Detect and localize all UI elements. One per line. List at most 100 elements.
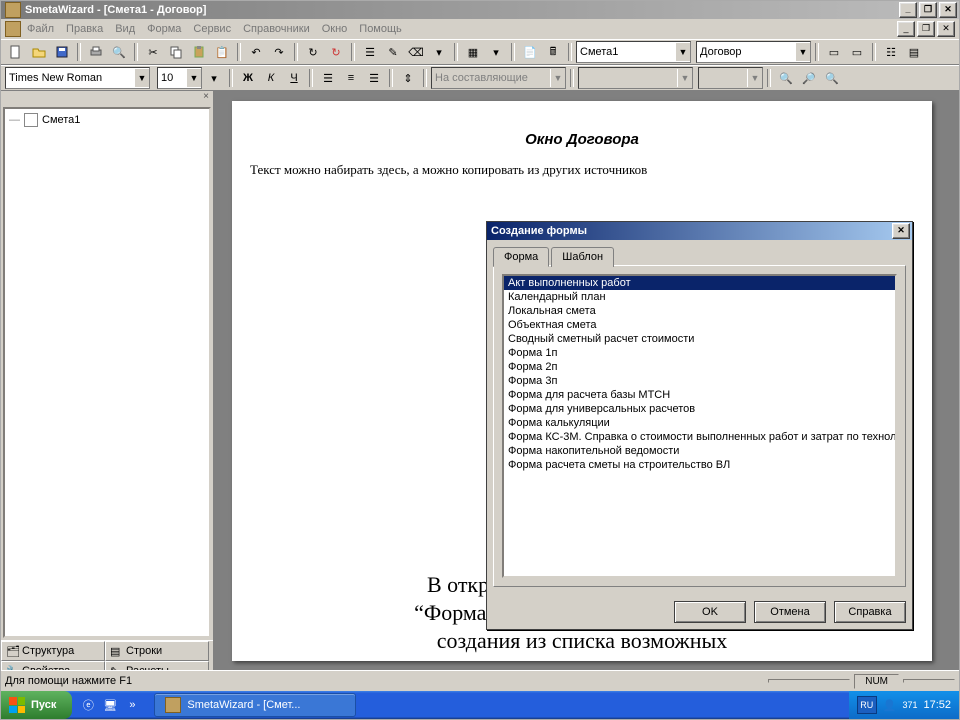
align-left-icon[interactable]: ☰ xyxy=(317,67,339,89)
list-item[interactable]: Форма для универсальных расчетов xyxy=(504,402,895,416)
lines-icon: ▤ xyxy=(110,645,122,657)
italic-button[interactable]: К xyxy=(260,67,282,89)
list-icon[interactable]: ☰ xyxy=(359,41,381,63)
help-button[interactable]: Справка xyxy=(834,601,906,623)
cancel-button[interactable]: Отмена xyxy=(754,601,826,623)
fontsize-selector[interactable]: 10 ▼ xyxy=(157,67,202,89)
list-item[interactable]: Объектная смета xyxy=(504,318,895,332)
props-icon[interactable]: ▤ xyxy=(903,41,925,63)
sidetab-structure[interactable]: 🗂Структура xyxy=(1,641,105,661)
dialog-tabs: Форма Шаблон xyxy=(493,246,906,266)
sidetab-lines[interactable]: ▤Строки xyxy=(105,641,209,661)
lang-indicator[interactable]: RU xyxy=(857,696,877,714)
tray-count: 371 xyxy=(902,700,917,710)
group-selector-2: ▼ xyxy=(698,67,763,89)
align-center-icon[interactable]: ≡ xyxy=(340,67,362,89)
chevron-down-icon[interactable]: ▾ xyxy=(428,41,450,63)
page1-icon[interactable]: ▭ xyxy=(823,41,845,63)
components-label: На составляющие xyxy=(435,72,528,84)
bold-button[interactable]: Ж xyxy=(237,67,259,89)
desktop-icon[interactable]: 🖥 xyxy=(100,695,120,715)
preview-icon[interactable]: 🔍 xyxy=(108,41,130,63)
open-icon[interactable] xyxy=(28,41,50,63)
list-item[interactable]: Календарный план xyxy=(504,290,895,304)
redo-icon[interactable]: ↷ xyxy=(268,41,290,63)
project-tree[interactable]: ― Смета1 xyxy=(3,107,211,638)
print-icon[interactable] xyxy=(85,41,107,63)
dialog-close-button[interactable]: ✕ xyxy=(892,223,910,239)
windows-logo-icon xyxy=(9,697,25,713)
calc-icon[interactable]: 🖩 xyxy=(542,41,564,63)
menu-help[interactable]: Помощь xyxy=(359,23,402,35)
create-form-dialog: Создание формы ✕ Форма Шаблон Акт выполн… xyxy=(486,221,913,630)
tab-form[interactable]: Форма xyxy=(493,247,549,267)
save-icon[interactable] xyxy=(51,41,73,63)
arrow-down-icon[interactable]: ▾ xyxy=(485,41,507,63)
list-item[interactable]: Акт выполненных работ xyxy=(504,276,895,290)
form-listbox[interactable]: Акт выполненных работКалендарный планЛок… xyxy=(502,274,897,578)
fontsize-dec-icon[interactable]: ▾ xyxy=(203,67,225,89)
ok-button[interactable]: OK xyxy=(674,601,746,623)
cut-icon[interactable]: ✂ xyxy=(142,41,164,63)
maximize-button[interactable]: ❐ xyxy=(919,2,937,18)
tree-root-item[interactable]: ― Смета1 xyxy=(9,113,205,127)
list-item[interactable]: Форма КС-3М. Справка о стоимости выполне… xyxy=(504,430,895,444)
list-item[interactable]: Сводный сметный расчет стоимости xyxy=(504,332,895,346)
undo-icon[interactable]: ↶ xyxy=(245,41,267,63)
status-hint: Для помощи нажмите F1 xyxy=(5,675,764,687)
doc-minimize-button[interactable]: _ xyxy=(897,21,915,37)
form-selector[interactable]: Договор ▼ xyxy=(696,41,811,63)
align-right-icon[interactable]: ☰ xyxy=(363,67,385,89)
list-item[interactable]: Форма 1п xyxy=(504,346,895,360)
table-icon[interactable]: ▦ xyxy=(462,41,484,63)
menu-form[interactable]: Форма xyxy=(147,23,181,35)
brush-icon[interactable]: ✎ xyxy=(382,41,404,63)
panel-close-icon[interactable]: × xyxy=(1,91,213,105)
taskbar-app-button[interactable]: SmetaWizard - [Смет... xyxy=(154,693,356,717)
underline-button[interactable]: Ч xyxy=(283,67,305,89)
minimize-button[interactable]: _ xyxy=(899,2,917,18)
tree-icon[interactable]: ☷ xyxy=(880,41,902,63)
list-item[interactable]: Форма калькуляции xyxy=(504,416,895,430)
doc-close-button[interactable]: ✕ xyxy=(937,21,955,37)
components-selector: На составляющие ▼ xyxy=(431,67,566,89)
doc-maximize-button[interactable]: ❐ xyxy=(917,21,935,37)
ie-icon[interactable]: ⓔ xyxy=(78,695,98,715)
menu-window[interactable]: Окно xyxy=(322,23,348,35)
page2-icon[interactable]: ▭ xyxy=(846,41,868,63)
menu-view[interactable]: Вид xyxy=(115,23,135,35)
font-selector[interactable]: Times New Roman ▼ xyxy=(5,67,150,89)
zoom-out-icon[interactable]: 🔎 xyxy=(798,67,820,89)
list-item[interactable]: Форма 2п xyxy=(504,360,895,374)
copy-icon[interactable] xyxy=(165,41,187,63)
list-item[interactable]: Форма для расчета базы МТСН xyxy=(504,388,895,402)
menu-file[interactable]: Файл xyxy=(27,23,54,35)
app-titlebar: SmetaWizard - [Смета1 - Договор] _ ❐ ✕ xyxy=(1,1,959,19)
dialog-titlebar[interactable]: Создание формы ✕ xyxy=(487,222,912,240)
close-button[interactable]: ✕ xyxy=(939,2,957,18)
list-item[interactable]: Форма 3п xyxy=(504,374,895,388)
doc-selector[interactable]: Смета1 ▼ xyxy=(576,41,691,63)
zoom-in-icon[interactable]: 🔍 xyxy=(775,67,797,89)
more-icon[interactable]: » xyxy=(122,695,142,715)
clock[interactable]: 17:52 xyxy=(923,699,951,711)
menu-edit[interactable]: Правка xyxy=(66,23,103,35)
list-item[interactable]: Локальная смета xyxy=(504,304,895,318)
tree-collapse-icon[interactable]: ― xyxy=(9,114,20,126)
expand-icon[interactable]: ⇕ xyxy=(397,67,419,89)
list-item[interactable]: Форма накопительной ведомости xyxy=(504,444,895,458)
zoom-fit-icon[interactable]: 🔍 xyxy=(821,67,843,89)
refresh2-icon[interactable]: ↻ xyxy=(325,41,347,63)
menu-service[interactable]: Сервис xyxy=(193,23,231,35)
tab-template[interactable]: Шаблон xyxy=(551,247,614,267)
form-icon[interactable]: 📄 xyxy=(519,41,541,63)
menu-directories[interactable]: Справочники xyxy=(243,23,310,35)
refresh-icon[interactable]: ↻ xyxy=(302,41,324,63)
tray-icon[interactable]: 👤 xyxy=(883,699,897,712)
eraser-icon[interactable]: ⌫ xyxy=(405,41,427,63)
new-icon[interactable] xyxy=(5,41,27,63)
list-item[interactable]: Форма расчета сметы на строительство ВЛ xyxy=(504,458,895,472)
paste-icon[interactable] xyxy=(188,41,210,63)
start-button[interactable]: Пуск xyxy=(1,691,72,719)
paste-special-icon[interactable]: 📋 xyxy=(211,41,233,63)
